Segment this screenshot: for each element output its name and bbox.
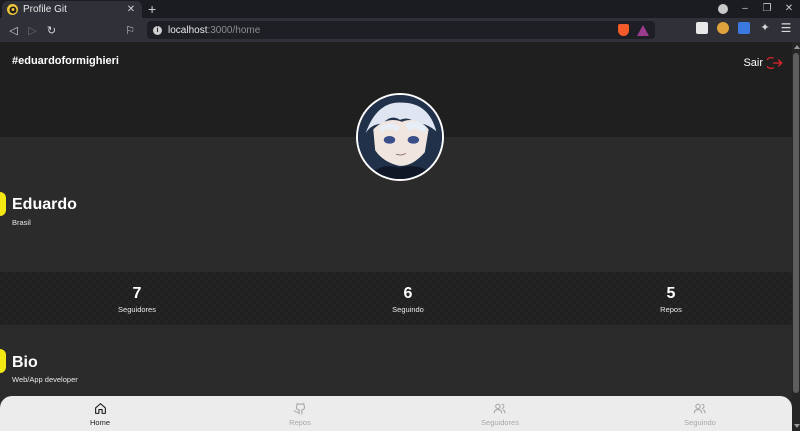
github-icon — [294, 403, 306, 415]
address-bar[interactable]: i localhost:3000/home — [147, 21, 655, 39]
new-tab-button[interactable]: + — [148, 1, 156, 17]
stat-label: Seguidores — [118, 305, 156, 314]
logout-button[interactable]: Sair — [743, 55, 783, 71]
logout-label: Sair — [743, 57, 763, 69]
nav-home[interactable]: Home — [90, 402, 110, 427]
tab-title: Profile Git — [23, 4, 67, 15]
stat-following[interactable]: 6 Seguindo — [392, 285, 424, 314]
back-icon[interactable]: ◁ — [4, 24, 23, 37]
url-host: localhost — [168, 24, 208, 36]
username: #eduardoformighieri — [12, 55, 119, 67]
close-window-button[interactable]: ✕ — [784, 2, 794, 16]
stat-label: Seguindo — [392, 305, 424, 314]
stat-value: 6 — [403, 285, 413, 302]
nav-label: Repos — [289, 418, 311, 427]
site-info-icon[interactable]: i — [153, 25, 162, 35]
stat-value: 7 — [132, 285, 142, 302]
stat-value: 5 — [666, 285, 676, 302]
home-icon — [94, 403, 106, 414]
name-accent-bar — [0, 192, 6, 216]
bottom-navigation: Home Repos Seguidores Seguindo — [0, 396, 792, 431]
bio-accent-bar — [0, 349, 6, 373]
scroll-up-arrow-icon[interactable] — [794, 45, 800, 49]
reload-icon[interactable]: ↻ — [42, 24, 61, 37]
stat-repos[interactable]: 5 Repos — [660, 285, 682, 314]
extension-icon[interactable] — [696, 22, 708, 34]
profile-name: Eduardo — [12, 196, 77, 213]
github-favicon-icon — [7, 4, 18, 15]
bio-text: Web/App developer — [12, 375, 78, 384]
extension-icons: ✦ ☰ — [696, 22, 792, 34]
nav-label: Seguidores — [481, 418, 519, 427]
logout-icon — [767, 57, 783, 69]
app-page: #eduardoformighieri Sair Eduardo Brasil … — [0, 42, 792, 431]
browser-toolbar: ◁ ▷ ↻ ⚐ i localhost:3000/home ✦ ☰ — [0, 18, 800, 42]
maximize-button[interactable]: ❐ — [762, 2, 772, 16]
profile-location: Brasil — [12, 218, 31, 227]
translate-extension-icon[interactable] — [738, 22, 750, 34]
window-controls: – ❐ ✕ — [718, 2, 794, 16]
nav-label: Seguindo — [684, 418, 716, 427]
users-icon — [694, 403, 706, 414]
browser-tab[interactable]: Profile Git ✕ — [2, 1, 142, 18]
brave-rewards-icon[interactable] — [637, 24, 649, 36]
nav-repos[interactable]: Repos — [289, 402, 311, 427]
scroll-down-arrow-icon[interactable] — [794, 424, 800, 428]
page-scrollbar[interactable] — [792, 42, 800, 431]
scrollbar-thumb[interactable] — [793, 53, 799, 393]
nav-followers[interactable]: Seguidores — [481, 402, 519, 427]
bookmark-icon[interactable]: ⚐ — [121, 24, 139, 37]
stats-panel: 7 Seguidores 6 Seguindo 5 Repos — [0, 272, 792, 325]
stat-followers[interactable]: 7 Seguidores — [118, 285, 156, 314]
nav-following[interactable]: Seguindo — [684, 402, 716, 427]
minimize-button[interactable]: – — [740, 2, 750, 16]
profile-icon[interactable] — [718, 4, 728, 14]
nav-label: Home — [89, 418, 111, 427]
bio-title: Bio — [12, 354, 38, 371]
users-icon — [494, 403, 506, 414]
tab-close-icon[interactable]: ✕ — [125, 4, 137, 15]
avatar — [356, 93, 444, 181]
extension-icon[interactable] — [717, 22, 729, 34]
browser-tab-bar: Profile Git ✕ + – ❐ ✕ — [0, 0, 800, 18]
puzzle-icon[interactable]: ✦ — [759, 22, 771, 34]
brave-shield-icon[interactable] — [618, 24, 629, 36]
stat-label: Repos — [660, 305, 682, 314]
menu-icon[interactable]: ☰ — [780, 22, 792, 34]
url-path: :3000/home — [207, 24, 261, 36]
forward-icon[interactable]: ▷ — [23, 24, 42, 37]
